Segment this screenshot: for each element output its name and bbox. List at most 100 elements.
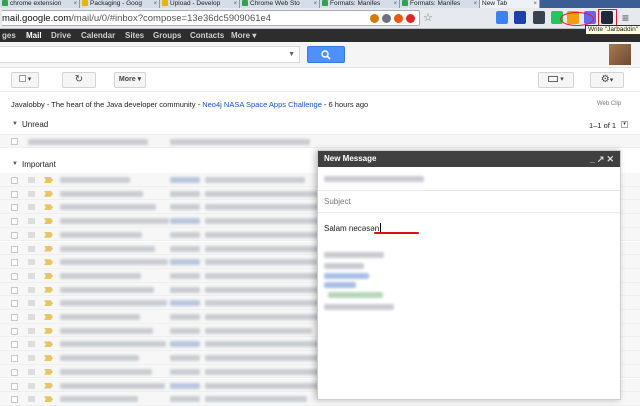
star-icon[interactable] [28, 327, 35, 334]
row-checkbox[interactable] [11, 355, 18, 363]
star-icon[interactable] [28, 286, 35, 293]
star-icon[interactable] [28, 300, 35, 307]
row-checkbox[interactable] [11, 218, 18, 226]
row-checkbox[interactable] [11, 272, 18, 280]
browser-tab[interactable]: Formats: Manifes × [320, 0, 400, 8]
gbar-item-sites[interactable]: Sites [125, 29, 144, 42]
browser-tab[interactable]: New Tab × [480, 0, 540, 8]
gbar-item-calendar[interactable]: Calendar [81, 29, 115, 42]
unread-section-header[interactable]: ▼ Unread 1–1 of 1 ▾ [0, 118, 640, 132]
close-icon[interactable]: × [313, 0, 317, 8]
search-input[interactable]: ▼ [0, 46, 300, 63]
importance-marker-icon[interactable] [44, 327, 53, 334]
webclip-label[interactable]: Web Clip [597, 101, 621, 107]
star-icon[interactable] [28, 314, 35, 320]
chevron-down-icon[interactable]: ▼ [288, 51, 295, 58]
importance-marker-icon[interactable] [44, 245, 53, 252]
browser-tab[interactable]: chrome extension × [0, 0, 80, 8]
star-icon[interactable] [28, 218, 35, 225]
table-row[interactable] [0, 134, 640, 148]
row-checkbox[interactable] [11, 138, 18, 145]
browser-tab[interactable]: Packaging - Goog × [80, 0, 160, 8]
star-icon[interactable] [28, 259, 35, 266]
star-icon[interactable] [28, 204, 35, 211]
star-icon[interactable] [28, 355, 35, 362]
close-icon[interactable]: × [153, 0, 157, 8]
browser-tab[interactable]: Chrome Web Sto × [240, 0, 320, 8]
close-icon[interactable]: ✕ [606, 154, 616, 164]
importance-marker-icon[interactable] [44, 368, 53, 375]
avatar[interactable] [609, 44, 631, 65]
extension-icon[interactable] [533, 11, 545, 24]
minimize-icon[interactable]: _ [590, 154, 597, 164]
gbar-item-groups[interactable]: Groups [153, 29, 181, 42]
row-checkbox[interactable] [11, 190, 18, 198]
gbar-item-images[interactable]: ges [2, 29, 16, 42]
subject-field[interactable]: Subject [318, 191, 620, 213]
more-button[interactable]: More ▾ [114, 72, 146, 88]
star-icon[interactable] [28, 368, 35, 375]
star-icon[interactable] [28, 231, 35, 238]
importance-marker-icon[interactable] [44, 382, 53, 389]
browser-tab[interactable]: Upload - Develop × [160, 0, 240, 8]
settings-button[interactable]: ⚙▾ [590, 72, 624, 88]
rss-icon[interactable] [394, 14, 403, 23]
importance-marker-icon[interactable] [44, 341, 53, 348]
extension-icon[interactable] [514, 11, 526, 24]
star-icon[interactable] [28, 396, 35, 403]
extension-icon[interactable] [382, 14, 391, 23]
star-icon[interactable] [28, 341, 35, 348]
importance-marker-icon[interactable] [44, 259, 53, 266]
menu-icon[interactable]: ≡ [622, 11, 629, 25]
refresh-button[interactable]: ↻ [62, 72, 96, 88]
row-checkbox[interactable] [11, 341, 18, 349]
search-button[interactable] [307, 46, 345, 63]
row-checkbox[interactable] [11, 231, 18, 239]
compose-header[interactable]: New Message _↗✕ [318, 151, 620, 167]
importance-marker-icon[interactable] [44, 314, 53, 320]
close-icon[interactable]: × [473, 0, 477, 8]
gbar-item-mail[interactable]: Mail [26, 29, 42, 42]
select-checkbox-button[interactable]: ▾ [11, 72, 39, 88]
browser-tab[interactable]: Formats: Manifes × [400, 0, 480, 8]
row-checkbox[interactable] [11, 327, 18, 335]
gbar-item-more[interactable]: More ▾ [231, 29, 256, 42]
chevron-down-icon[interactable]: ▾ [621, 121, 628, 128]
row-checkbox[interactable] [11, 300, 18, 308]
importance-marker-icon[interactable] [44, 231, 53, 238]
importance-marker-icon[interactable] [44, 218, 53, 225]
gbar-item-contacts[interactable]: Contacts [190, 29, 224, 42]
star-icon[interactable] [28, 382, 35, 389]
star-icon[interactable] [28, 245, 35, 252]
compose-body[interactable]: Salam necəsən [324, 223, 382, 233]
row-checkbox[interactable] [11, 286, 18, 294]
importance-marker-icon[interactable] [44, 177, 53, 183]
density-button[interactable]: ▾ [538, 72, 574, 88]
close-icon[interactable]: × [233, 0, 237, 8]
close-icon[interactable]: × [393, 0, 397, 8]
gbar-item-drive[interactable]: Drive [51, 29, 71, 42]
row-checkbox[interactable] [11, 382, 18, 390]
importance-marker-icon[interactable] [44, 396, 53, 403]
to-field[interactable] [318, 167, 620, 191]
row-checkbox[interactable] [11, 259, 18, 267]
close-icon[interactable]: × [533, 0, 537, 8]
row-checkbox[interactable] [11, 204, 18, 212]
importance-marker-icon[interactable] [44, 190, 53, 197]
importance-marker-icon[interactable] [44, 286, 53, 293]
importance-marker-icon[interactable] [44, 204, 53, 211]
close-icon[interactable]: × [73, 0, 77, 8]
extension-icon[interactable] [406, 14, 415, 23]
extension-icon[interactable] [370, 14, 379, 23]
row-checkbox[interactable] [11, 177, 18, 184]
importance-marker-icon[interactable] [44, 355, 53, 362]
star-icon[interactable] [28, 190, 35, 197]
row-checkbox[interactable] [11, 368, 18, 376]
star-icon[interactable]: ☆ [423, 11, 433, 24]
extension-icon[interactable] [496, 11, 508, 24]
importance-marker-icon[interactable] [44, 272, 53, 279]
star-icon[interactable] [28, 177, 35, 183]
importance-marker-icon[interactable] [44, 300, 53, 307]
webclip-link[interactable]: Neo4j NASA Space Apps Challenge [202, 100, 322, 109]
address-bar[interactable]: mail.google.com/mail/u/0/#inbox?compose=… [2, 10, 420, 26]
